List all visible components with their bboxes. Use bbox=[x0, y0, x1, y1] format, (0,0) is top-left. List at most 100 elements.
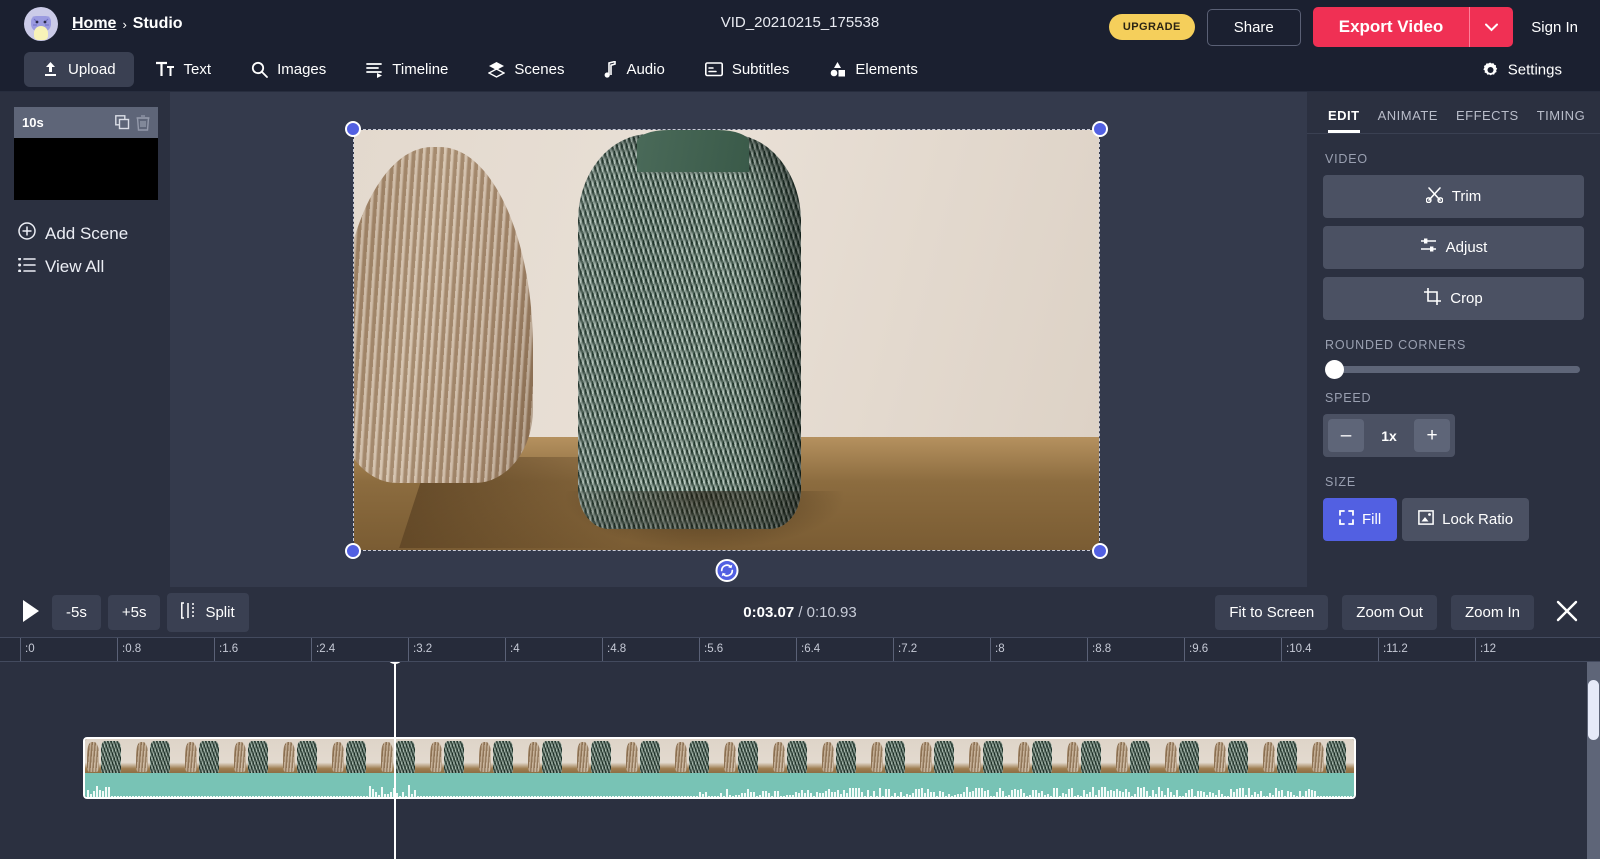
waveform-bar bbox=[213, 796, 215, 797]
resize-handle-bottom-right[interactable] bbox=[1092, 543, 1108, 559]
resize-handle-top-right[interactable] bbox=[1092, 121, 1108, 137]
waveform-bar bbox=[216, 796, 218, 797]
waveform-bar bbox=[777, 791, 779, 797]
tool-audio[interactable]: Audio bbox=[586, 52, 682, 87]
rounded-corners-slider[interactable] bbox=[1325, 360, 1580, 379]
sign-in-button[interactable]: Sign In bbox=[1525, 13, 1584, 42]
breadcrumb-home-link[interactable]: Home bbox=[72, 15, 116, 33]
tool-timeline[interactable]: Timeline bbox=[348, 52, 466, 87]
waveform-bar bbox=[1290, 792, 1292, 797]
back-5s-button[interactable]: -5s bbox=[52, 594, 101, 630]
tool-settings[interactable]: Settings bbox=[1464, 52, 1580, 87]
forward-5s-button[interactable]: +5s bbox=[107, 594, 161, 630]
timeline-canvas[interactable] bbox=[0, 662, 1600, 859]
tool-subtitles-label: Subtitles bbox=[731, 61, 790, 78]
size-fill-button[interactable]: Fill bbox=[1323, 498, 1398, 541]
scene-thumbnail[interactable] bbox=[14, 138, 158, 200]
avatar[interactable] bbox=[24, 7, 58, 41]
tool-upload[interactable]: Upload bbox=[24, 52, 134, 87]
ruler-tick: :8 bbox=[990, 638, 1005, 661]
zoom-in-button[interactable]: Zoom In bbox=[1450, 594, 1534, 630]
timeline-scrollbar[interactable] bbox=[1587, 662, 1600, 859]
waveform-bar bbox=[657, 796, 659, 797]
thumb-vase-ribbed bbox=[773, 742, 785, 772]
ruler-tick-label: :4 bbox=[510, 643, 520, 655]
clip-thumbnail bbox=[85, 739, 134, 777]
close-timeline-button[interactable] bbox=[1548, 594, 1586, 631]
export-video-button[interactable]: Export Video bbox=[1312, 7, 1470, 47]
waveform-bar bbox=[378, 794, 380, 797]
size-lock-ratio-button[interactable]: Lock Ratio bbox=[1402, 498, 1530, 541]
waveform-bar bbox=[960, 793, 962, 797]
waveform-bar bbox=[711, 796, 713, 797]
waveform-bar bbox=[1152, 790, 1154, 797]
tab-effects[interactable]: EFFECTS bbox=[1447, 104, 1528, 133]
zoom-out-button[interactable]: Zoom Out bbox=[1342, 594, 1437, 630]
waveform-bar bbox=[804, 792, 806, 797]
waveform-bar bbox=[1146, 790, 1148, 797]
waveform-bar bbox=[1128, 791, 1130, 797]
tool-text[interactable]: Text bbox=[138, 52, 230, 87]
copy-icon[interactable] bbox=[115, 115, 130, 130]
tab-animate[interactable]: ANIMATE bbox=[1369, 104, 1447, 133]
video-clip[interactable] bbox=[83, 737, 1356, 799]
waveform-bar bbox=[174, 796, 176, 797]
selected-video-element[interactable] bbox=[345, 121, 1108, 582]
thumb-vase-ribbed bbox=[675, 742, 687, 772]
trim-button[interactable]: Trim bbox=[1323, 175, 1584, 218]
waveform-bar bbox=[1110, 790, 1112, 797]
tool-timeline-label: Timeline bbox=[392, 61, 449, 78]
waveform-bar bbox=[1056, 787, 1058, 797]
clip-thumbnail bbox=[1016, 739, 1065, 777]
waveform-bar bbox=[633, 796, 635, 797]
waveform-bar bbox=[192, 796, 194, 797]
upgrade-button[interactable]: UPGRADE bbox=[1108, 14, 1195, 40]
waveform-bar bbox=[972, 791, 974, 797]
waveform-bar bbox=[636, 796, 638, 797]
resize-handle-top-left[interactable] bbox=[345, 121, 361, 137]
rotate-icon[interactable] bbox=[715, 559, 738, 582]
tool-elements[interactable]: Elements bbox=[811, 52, 936, 87]
scene-card[interactable]: 10s bbox=[14, 107, 158, 200]
tab-edit[interactable]: EDIT bbox=[1319, 104, 1369, 133]
adjust-button[interactable]: Adjust bbox=[1323, 226, 1584, 269]
tool-images[interactable]: Images bbox=[233, 52, 344, 87]
playhead-knob[interactable] bbox=[387, 662, 403, 664]
waveform-bar bbox=[1098, 790, 1100, 797]
split-button[interactable]: Split bbox=[167, 592, 249, 632]
timeline-scrollbar-thumb[interactable] bbox=[1588, 680, 1599, 740]
tab-timing[interactable]: TIMING bbox=[1528, 104, 1595, 133]
ruler-tick: :3.2 bbox=[408, 638, 432, 661]
crop-button[interactable]: Crop bbox=[1323, 277, 1584, 320]
preview-stage[interactable] bbox=[170, 92, 1307, 594]
waveform-bar bbox=[132, 796, 134, 797]
export-options-caret-icon[interactable] bbox=[1469, 7, 1514, 47]
clip-thumbnail bbox=[869, 739, 918, 777]
add-scene-button[interactable]: Add Scene bbox=[18, 222, 170, 245]
view-all-button[interactable]: View All bbox=[18, 257, 170, 277]
share-button[interactable]: Share bbox=[1206, 8, 1301, 46]
waveform-bar bbox=[1296, 795, 1298, 797]
waveform-bar bbox=[504, 796, 506, 797]
speed-decrease-button[interactable]: – bbox=[1328, 419, 1364, 452]
resize-handle-bottom-left[interactable] bbox=[345, 543, 361, 559]
timeline-ruler[interactable]: :0:0.8:1.6:2.4:3.2:4:4.8:5.6:6.4:7.2:8:8… bbox=[0, 637, 1600, 662]
trash-icon[interactable] bbox=[136, 114, 150, 131]
waveform-bar bbox=[774, 791, 776, 797]
tool-scenes[interactable]: Scenes bbox=[470, 52, 582, 87]
waveform-bar bbox=[303, 795, 305, 797]
waveform-bar bbox=[345, 796, 347, 797]
waveform-bar bbox=[108, 786, 110, 797]
adjust-label: Adjust bbox=[1445, 239, 1488, 256]
rounded-corners-slider-knob[interactable] bbox=[1325, 360, 1344, 379]
waveform-bar bbox=[921, 787, 923, 797]
fit-to-screen-button[interactable]: Fit to Screen bbox=[1215, 594, 1329, 630]
speed-increase-button[interactable]: + bbox=[1414, 419, 1450, 452]
tool-subtitles[interactable]: Subtitles bbox=[687, 52, 808, 87]
waveform-bar bbox=[1257, 794, 1259, 797]
timeline-icon bbox=[366, 62, 383, 78]
playhead[interactable] bbox=[387, 662, 403, 859]
play-button[interactable] bbox=[14, 596, 52, 629]
thumb-vase-ribbed bbox=[969, 742, 981, 772]
waveform-bar bbox=[816, 792, 818, 797]
